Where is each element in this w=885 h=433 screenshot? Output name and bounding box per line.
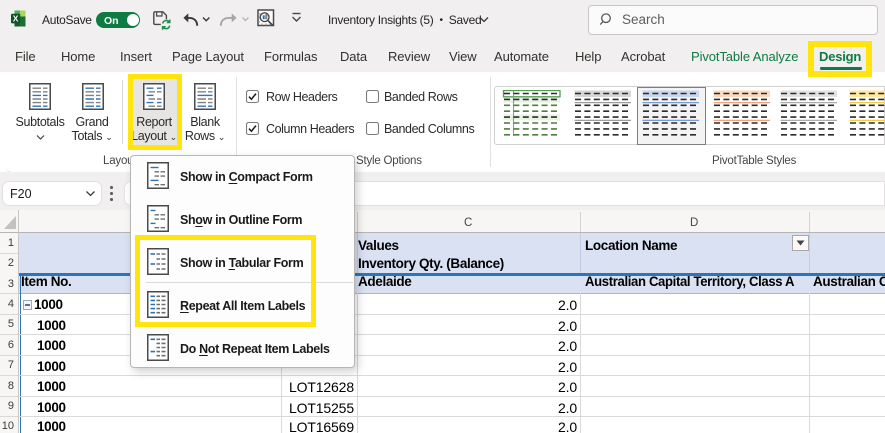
svg-text:X: X <box>13 13 19 23</box>
